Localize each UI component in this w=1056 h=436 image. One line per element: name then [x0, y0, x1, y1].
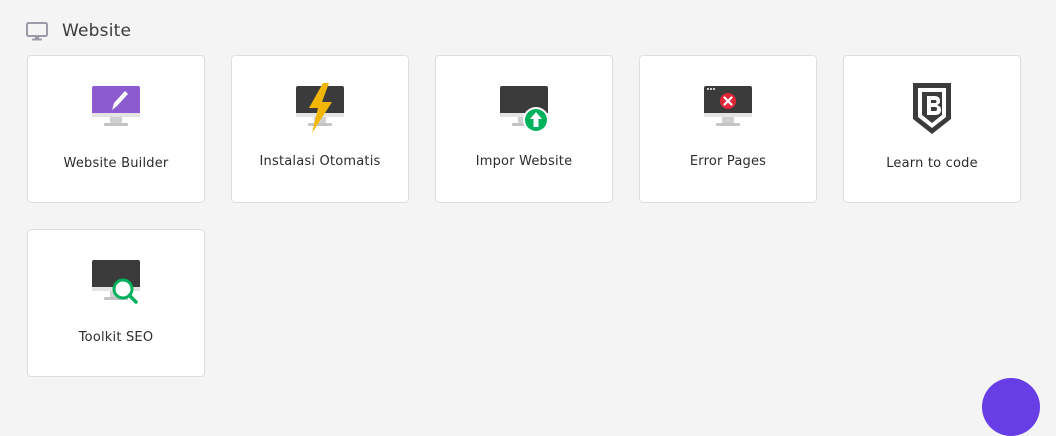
learn-to-code-card[interactable]: Learn to code: [843, 55, 1021, 203]
card-label: Error Pages: [689, 154, 767, 169]
website-builder-icon: [92, 86, 140, 126]
section-header: Website: [26, 20, 131, 42]
section-title: Website: [62, 21, 132, 41]
auto-installer-card[interactable]: Instalasi Otomatis: [231, 55, 409, 203]
auto-installer-icon: [296, 83, 344, 133]
import-website-icon: [500, 86, 549, 133]
website-builder-card[interactable]: Website Builder: [27, 55, 205, 203]
seo-toolkit-icon: [92, 260, 140, 304]
card-label: Toolkit SEO: [78, 330, 154, 345]
tools-grid: Website Builder Instalasi Otomatis Impor…: [27, 55, 1021, 377]
card-label: Website Builder: [63, 156, 169, 171]
card-label: Impor Website: [475, 154, 573, 169]
chat-button[interactable]: [982, 378, 1040, 436]
learn-to-code-icon: [913, 83, 951, 134]
error-pages-icon: [704, 86, 752, 126]
import-website-card[interactable]: Impor Website: [435, 55, 613, 203]
error-pages-card[interactable]: Error Pages: [639, 55, 817, 203]
card-label: Learn to code: [886, 156, 978, 171]
monitor-icon: [26, 22, 48, 41]
seo-toolkit-card[interactable]: Toolkit SEO: [27, 229, 205, 377]
card-label: Instalasi Otomatis: [259, 154, 381, 169]
